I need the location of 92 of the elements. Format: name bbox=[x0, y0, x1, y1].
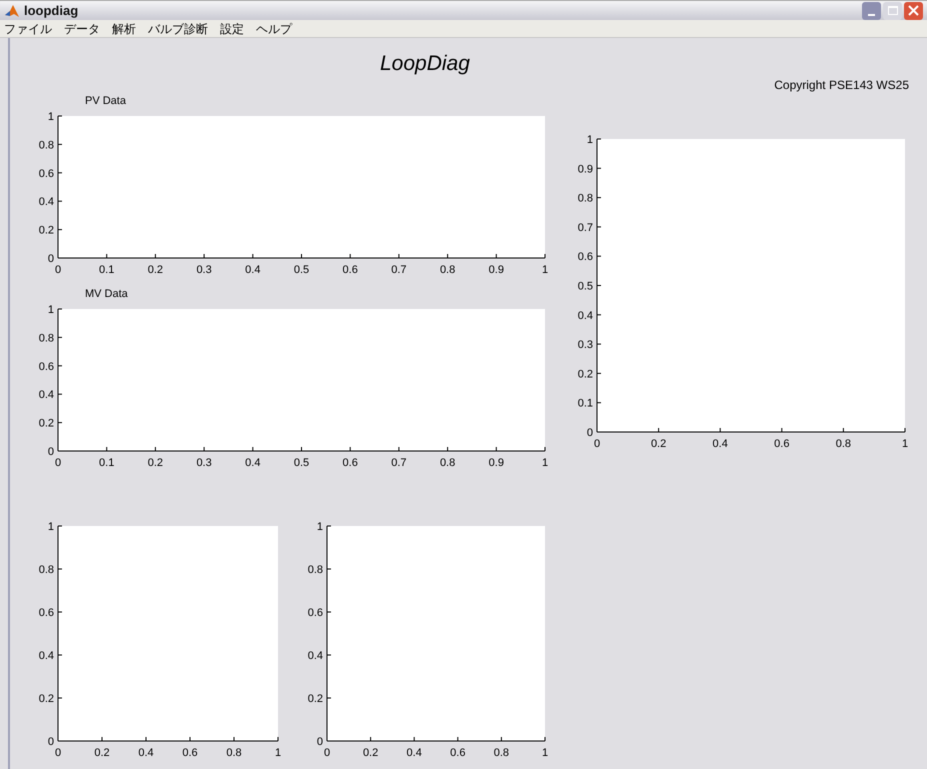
window-title: loopdiag bbox=[24, 2, 78, 20]
tick-label: 0.5 bbox=[294, 264, 310, 276]
menu-item[interactable]: 設定 bbox=[220, 20, 244, 38]
tick-label: 1 bbox=[586, 134, 593, 146]
tick-label: 0.2 bbox=[578, 368, 593, 380]
close-button[interactable] bbox=[904, 2, 923, 20]
tick-label: 0.8 bbox=[440, 264, 456, 276]
tick-label: 1 bbox=[542, 264, 548, 276]
tick-label: 0.5 bbox=[294, 457, 310, 469]
tick-label: 1 bbox=[542, 747, 548, 759]
tick-label: 0.1 bbox=[99, 264, 114, 276]
tick-label: 0.2 bbox=[362, 747, 378, 759]
tick-label: 0.3 bbox=[196, 457, 212, 469]
tick-label: 0.1 bbox=[578, 398, 593, 410]
tick-label: 0.4 bbox=[308, 650, 323, 662]
tick-label: 0 bbox=[48, 736, 54, 748]
tick-label: 0.7 bbox=[391, 264, 407, 276]
tick-label: 1 bbox=[316, 521, 323, 533]
tick-label: 0.4 bbox=[712, 438, 728, 450]
maximize-icon bbox=[888, 6, 898, 15]
tick-label: 0 bbox=[594, 438, 600, 450]
tick-label: 0.6 bbox=[774, 438, 790, 450]
tick-label: 0.6 bbox=[182, 747, 198, 759]
tick-label: 0.3 bbox=[578, 339, 593, 352]
tick-label: 1 bbox=[902, 438, 908, 450]
figure-title: LoopDiag bbox=[380, 51, 470, 77]
tick-label: 0.6 bbox=[38, 360, 54, 373]
menu-item[interactable]: ヘルプ bbox=[256, 20, 292, 38]
tick-label: 1 bbox=[48, 111, 54, 123]
tick-label: 0.7 bbox=[391, 457, 407, 469]
tick-label: 0.6 bbox=[342, 264, 358, 276]
tick-label: 0.6 bbox=[450, 747, 466, 759]
menu-item[interactable]: 解析 bbox=[112, 20, 136, 38]
tick-label: 0 bbox=[316, 736, 323, 748]
tick-label: 0.3 bbox=[196, 264, 212, 276]
tick-label: 0.4 bbox=[38, 650, 54, 662]
tick-label: 0.2 bbox=[308, 693, 323, 705]
tick-label: 0.9 bbox=[488, 457, 504, 469]
menu-item[interactable]: ファイル bbox=[4, 20, 52, 38]
tick-label: 0.9 bbox=[578, 163, 593, 176]
tick-label: 0.8 bbox=[38, 332, 54, 344]
tick-label: 0.6 bbox=[342, 457, 358, 469]
tick-label: 0.4 bbox=[138, 747, 154, 759]
tick-label: 0.6 bbox=[38, 607, 54, 619]
tick-label: 0 bbox=[324, 747, 330, 759]
tick-label: 0.4 bbox=[38, 389, 54, 402]
minimize-icon bbox=[868, 14, 875, 16]
tick-label: 0.6 bbox=[578, 251, 593, 264]
minimize-button[interactable] bbox=[862, 2, 881, 20]
tick-label: 0.8 bbox=[494, 747, 510, 759]
copyright-text: Copyright PSE143 WS25 bbox=[774, 77, 909, 94]
tick-label: 1 bbox=[48, 521, 54, 533]
tick-label: 0.7 bbox=[578, 222, 593, 234]
axes-title: MV Data bbox=[85, 288, 128, 300]
tick-label: 0.8 bbox=[38, 564, 54, 576]
tick-label: 0.8 bbox=[308, 564, 323, 576]
tick-label: 0.2 bbox=[650, 438, 666, 450]
tick-label: 0.8 bbox=[226, 747, 242, 759]
tick-label: 0.4 bbox=[38, 196, 54, 208]
tick-label: 0.1 bbox=[99, 457, 114, 469]
menu-item[interactable]: バルブ診断 bbox=[148, 20, 208, 38]
tick-label: 1 bbox=[274, 747, 282, 759]
tick-label: 0.2 bbox=[38, 693, 54, 705]
tick-label: 0 bbox=[48, 446, 54, 458]
tick-label: 0 bbox=[48, 253, 54, 265]
tick-label: 0.8 bbox=[578, 192, 593, 205]
tick-label: 0.8 bbox=[440, 457, 456, 469]
tick-label: 0.2 bbox=[38, 418, 54, 430]
tick-label: 0.2 bbox=[94, 747, 110, 759]
tick-label: 1 bbox=[542, 457, 548, 469]
tick-label: 0.9 bbox=[488, 264, 504, 276]
tick-label: 0.6 bbox=[38, 168, 54, 180]
tick-label: 0.6 bbox=[308, 607, 323, 619]
tick-label: 0 bbox=[54, 747, 62, 759]
app-logo-icon bbox=[4, 2, 20, 18]
tick-label: 0.4 bbox=[406, 747, 422, 759]
tick-label: 0.2 bbox=[148, 264, 164, 276]
tick-label: 0 bbox=[586, 427, 593, 439]
tick-label: 1 bbox=[48, 304, 54, 316]
tick-label: 0 bbox=[54, 457, 62, 469]
tick-label: 0.8 bbox=[38, 139, 54, 152]
tick-label: 0.5 bbox=[578, 280, 593, 292]
axes-title: PV Data bbox=[85, 95, 126, 107]
tick-label: 0.4 bbox=[245, 457, 260, 469]
tick-label: 0.4 bbox=[578, 310, 593, 322]
tick-label: 0.4 bbox=[245, 264, 260, 276]
tick-label: 0.2 bbox=[38, 224, 54, 237]
tick-label: 0.8 bbox=[836, 438, 852, 450]
tick-label: 0.2 bbox=[148, 457, 164, 469]
menu-item[interactable]: データ bbox=[64, 20, 100, 38]
tick-label: 0 bbox=[54, 264, 62, 276]
close-icon bbox=[908, 5, 919, 16]
